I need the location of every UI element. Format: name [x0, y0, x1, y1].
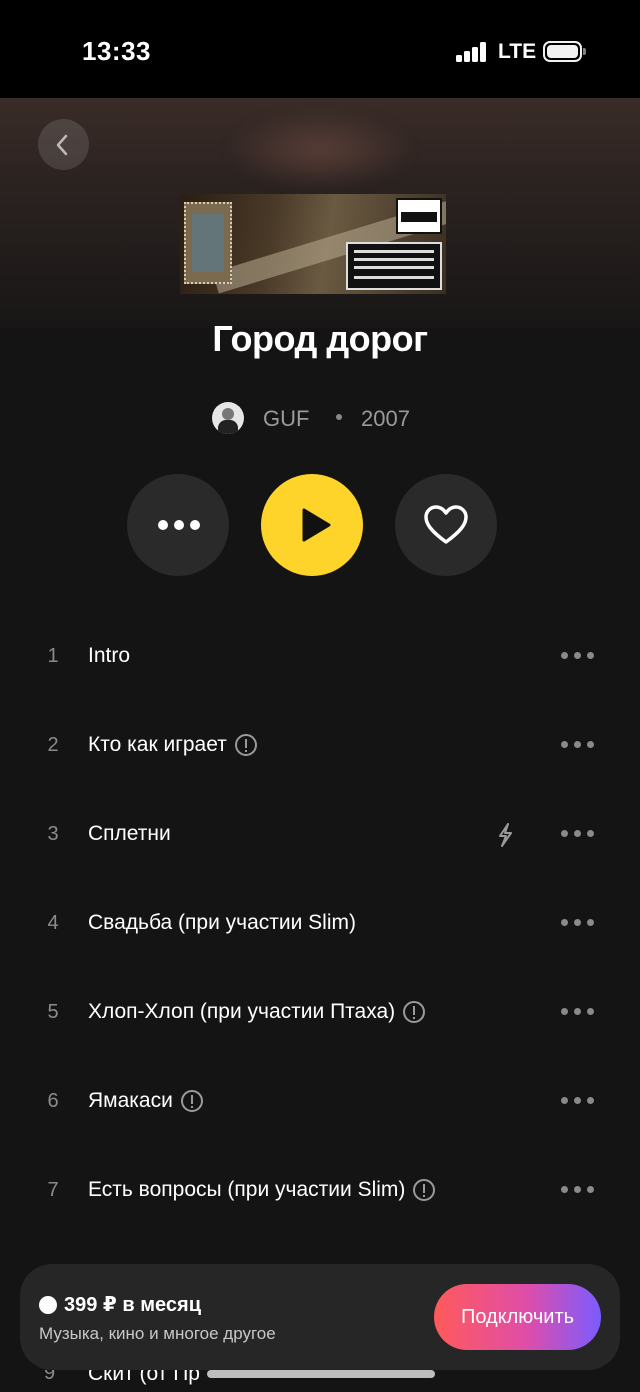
artist-row: GUF 2007	[0, 400, 640, 436]
track-title: Свадьба (при участии Slim)	[88, 911, 356, 934]
like-button[interactable]	[395, 474, 497, 576]
track-more-button[interactable]	[561, 1186, 595, 1194]
track-row[interactable]: 4 Свадьба (при участии Slim)	[0, 879, 640, 968]
track-more-button[interactable]	[561, 919, 595, 927]
artist-avatar[interactable]	[212, 402, 244, 434]
track-title: Есть вопросы (при участии Slim)	[88, 1178, 406, 1201]
track-number: 9	[44, 1370, 56, 1384]
back-button[interactable]	[38, 119, 89, 170]
track-row[interactable]: 7 Есть вопросы (при участии Slim)	[0, 1146, 640, 1235]
track-number: 5	[47, 1001, 59, 1023]
separator-dot	[336, 414, 342, 420]
track-row[interactable]: 2 Кто как играет	[0, 701, 640, 790]
signal-icon	[456, 42, 488, 62]
track-number: 2	[47, 734, 59, 756]
subscription-banner[interactable]: 399 ₽ в месяц Музыка, кино и многое друг…	[20, 1264, 620, 1370]
parental-advisory-badge	[396, 198, 442, 234]
track-title: Сплетни	[88, 822, 171, 845]
promo-price: 399 ₽ в месяц	[64, 1294, 201, 1316]
chevron-left-icon	[56, 134, 68, 156]
home-indicator	[207, 1370, 435, 1378]
track-number: 4	[47, 912, 59, 934]
track-number: 1	[47, 645, 59, 667]
play-icon	[302, 508, 331, 542]
explicit-icon	[180, 1090, 203, 1112]
status-bar: 13:33 LTE	[0, 0, 640, 98]
battery-icon	[543, 41, 586, 62]
play-button[interactable]	[261, 474, 363, 576]
track-title: Скит (от Пр	[88, 1370, 200, 1385]
track-title-wrap: Хлоп-Хлоп (при участии Птаха)	[88, 1000, 426, 1024]
track-title-wrap: Сплетни	[88, 822, 171, 846]
network-label: LTE	[498, 40, 537, 63]
album-year: 2007	[361, 406, 410, 431]
track-row[interactable]: 5 Хлоп-Хлоп (при участии Птаха)	[0, 968, 640, 1057]
album-title: Город дорог	[212, 318, 428, 359]
header-blur	[225, 110, 415, 190]
explicit-icon	[413, 1179, 436, 1201]
track-number: 6	[47, 1090, 59, 1112]
artist-name[interactable]: GUF	[263, 406, 309, 432]
track-title-wrap: Свадьба (при участии Slim)	[88, 911, 356, 935]
track-more-button[interactable]	[561, 652, 595, 660]
track-number: 3	[47, 823, 59, 845]
explicit-icon	[234, 734, 257, 756]
explicit-icon	[403, 1001, 426, 1023]
track-row[interactable]: 1 Intro	[0, 612, 640, 701]
track-more-button[interactable]	[561, 741, 595, 749]
promo-subtitle: Музыка, кино и многое другое	[39, 1324, 276, 1343]
track-title-wrap: Ямакаси	[88, 1089, 203, 1113]
heart-icon	[424, 505, 468, 544]
lightning-icon	[499, 823, 512, 847]
track-row[interactable]: 6 Ямакаси	[0, 1057, 640, 1146]
track-more-button[interactable]	[561, 1008, 595, 1016]
track-title: Intro	[88, 644, 131, 667]
subscribe-button[interactable]: Подключить	[434, 1284, 601, 1350]
track-title-wrap: Intro	[88, 644, 130, 668]
status-time: 13:33	[82, 36, 151, 66]
track-title: Ямакаси	[88, 1089, 173, 1112]
album-more-button[interactable]	[127, 474, 229, 576]
track-more-button[interactable]	[561, 830, 595, 838]
track-title-wrap: Кто как играет	[88, 733, 257, 757]
track-more-button[interactable]	[561, 1097, 595, 1105]
track-title: Хлоп-Хлоп (при участии Птаха)	[88, 1000, 396, 1023]
more-dots-icon	[158, 520, 200, 530]
track-number: 7	[47, 1179, 59, 1201]
track-title: Кто как играет	[88, 733, 227, 756]
album-cover	[180, 194, 446, 294]
plus-dot-icon	[39, 1296, 57, 1314]
track-title-wrap: Есть вопросы (при участии Slim)	[88, 1178, 436, 1202]
track-row[interactable]: 3 Сплетни	[0, 790, 640, 879]
